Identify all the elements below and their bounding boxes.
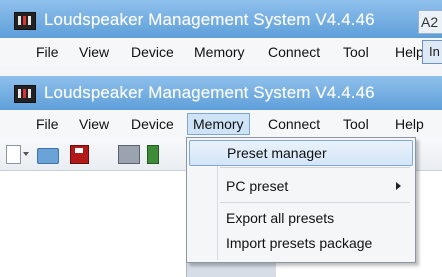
print-icon[interactable] — [118, 145, 140, 164]
menu-help[interactable]: Help — [389, 114, 430, 134]
menu-item-import-presets-package[interactable]: Import presets package — [189, 231, 411, 255]
menu-separator — [220, 202, 410, 203]
menu-item-label: Import presets package — [226, 235, 373, 251]
window-title: Loudspeaker Management System V4.4.46 — [44, 83, 375, 102]
menu-item-label: Preset manager — [227, 145, 327, 161]
bg-menu-connect[interactable]: Connect — [262, 42, 326, 62]
main-titlebar: Loudspeaker Management System V4.4.46 — [0, 76, 442, 110]
open-folder-icon[interactable] — [37, 148, 59, 164]
menu-item-label: Export all presets — [226, 210, 335, 226]
menu-view[interactable]: View — [73, 114, 115, 134]
menu-memory[interactable]: Memory — [187, 113, 250, 135]
new-file-icon[interactable] — [6, 145, 21, 164]
menu-item-label: PC preset — [226, 178, 289, 194]
side-panel-button[interactable]: In — [422, 40, 442, 64]
bg-menu-view[interactable]: View — [73, 42, 115, 62]
device-chip-icon[interactable] — [147, 145, 159, 164]
menu-item-preset-manager[interactable]: Preset manager — [189, 140, 413, 166]
app-logo-icon — [14, 85, 36, 103]
menu-connect[interactable]: Connect — [262, 114, 326, 134]
bg-menu-memory[interactable]: Memory — [188, 42, 251, 62]
app-logo-icon — [14, 12, 36, 30]
menu-item-export-all-presets[interactable]: Export all presets — [189, 206, 411, 230]
menu-file[interactable]: File — [30, 114, 65, 134]
menu-separator — [220, 167, 410, 168]
submenu-arrow-icon — [396, 182, 401, 190]
bg-menu-tool[interactable]: Tool — [337, 42, 375, 62]
menu-device[interactable]: Device — [125, 114, 180, 134]
side-panel-tab[interactable]: A2 — [418, 10, 442, 34]
background-titlebar: Loudspeaker Management System V4.4.46 — [0, 0, 442, 38]
left-panel — [0, 171, 187, 277]
bg-menu-device[interactable]: Device — [125, 42, 180, 62]
menu-item-pc-preset[interactable]: PC preset — [189, 174, 411, 198]
menubar: File View Device Memory Connect Tool Hel… — [0, 110, 442, 139]
dropdown-arrow-icon[interactable] — [23, 152, 29, 156]
save-icon[interactable] — [70, 145, 89, 164]
bg-menu-file[interactable]: File — [30, 42, 65, 62]
background-menubar: File View Device Memory Connect Tool Hel… — [0, 38, 442, 67]
background-window-title: Loudspeaker Management System V4.4.46 — [44, 10, 375, 29]
memory-dropdown-menu: Preset manager PC preset Export all pres… — [186, 137, 416, 263]
menu-tool[interactable]: Tool — [337, 114, 375, 134]
